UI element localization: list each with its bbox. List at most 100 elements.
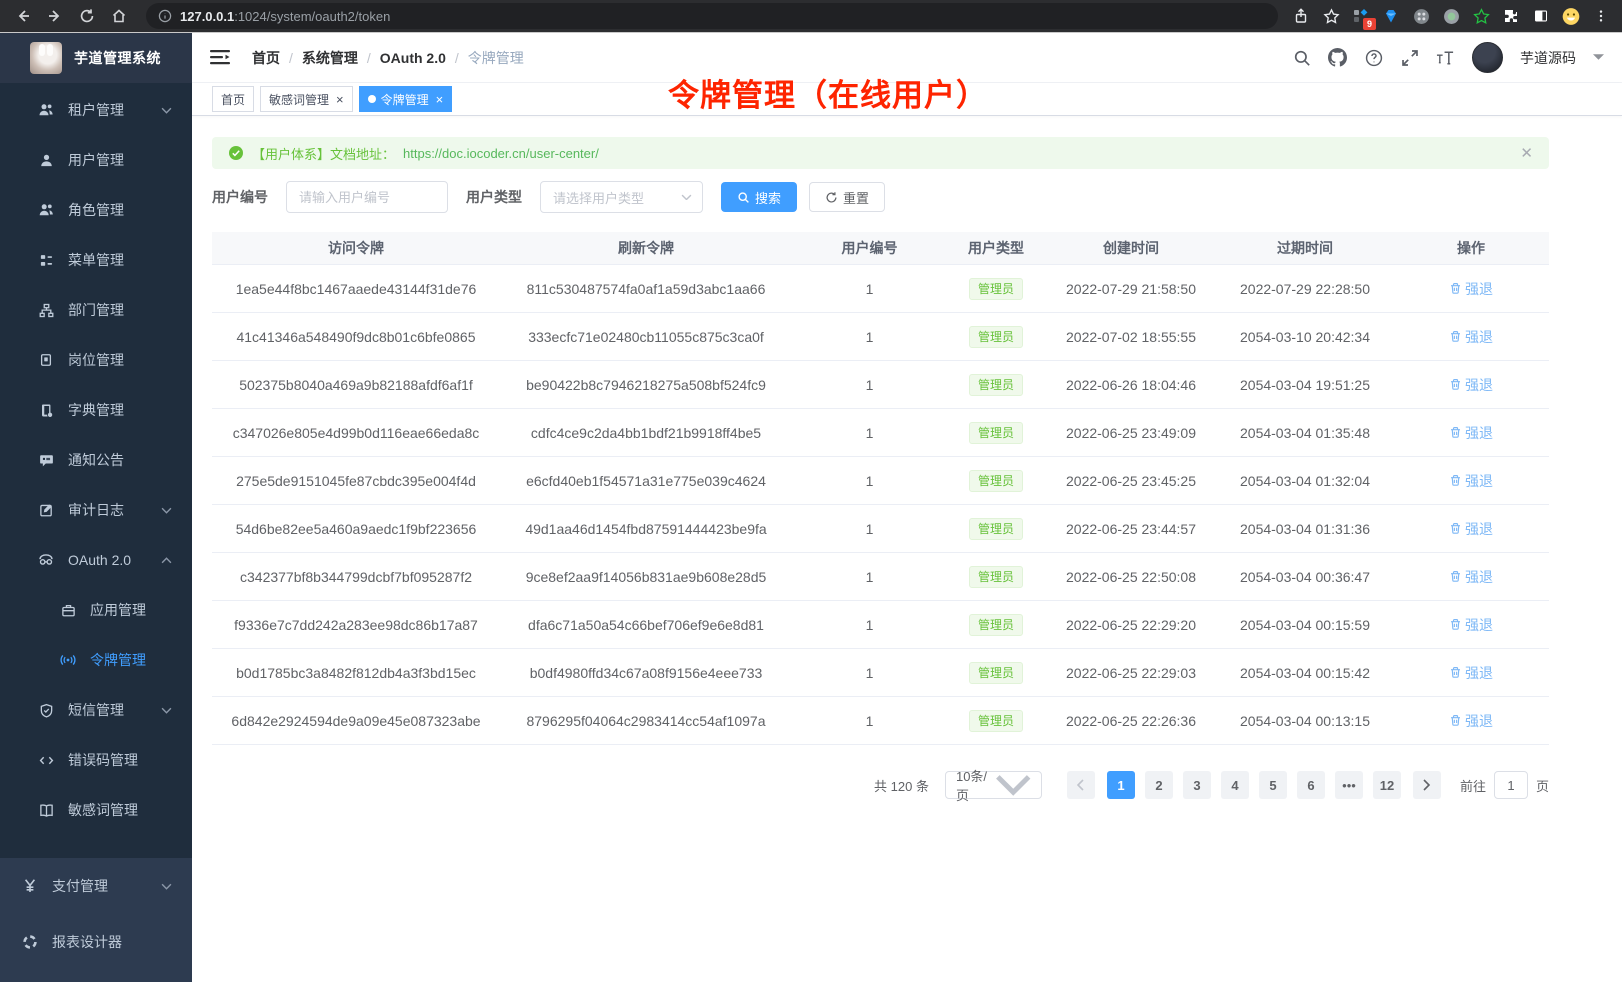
sidebar-item-部门管理[interactable]: 部门管理 <box>0 285 192 335</box>
refresh-token-cell: be90422b8c7946218275a508bf524fc9 <box>500 377 792 393</box>
tab-敏感词管理[interactable]: 敏感词管理× <box>260 86 353 112</box>
sidebar-collapse-icon[interactable] <box>210 48 232 68</box>
sidebar-item-租户管理[interactable]: 租户管理 <box>0 85 192 135</box>
created-time-cell: 2022-06-25 22:29:20 <box>1045 617 1217 633</box>
browser-back-icon[interactable] <box>10 3 36 29</box>
sidebar-item-报表设计器[interactable]: 报表设计器 <box>0 914 192 970</box>
sidebar-item-短信管理[interactable]: 短信管理 <box>0 685 192 735</box>
expire-time-cell: 2054-03-04 01:35:48 <box>1217 425 1393 441</box>
force-logout-button[interactable]: 强退 <box>1449 327 1493 347</box>
share-icon[interactable] <box>1292 7 1310 25</box>
reset-button[interactable]: 重置 <box>809 182 885 212</box>
gem-extension-icon[interactable] <box>1382 7 1400 25</box>
sidebar-item-label: 支付管理 <box>52 876 161 896</box>
sidebar-item-OAuth 2.0[interactable]: OAuth 2.0 <box>0 535 192 585</box>
alert-close-icon[interactable]: ✕ <box>1520 144 1533 162</box>
user-id-input[interactable] <box>286 181 448 213</box>
sidebar-item-敏感词管理[interactable]: 敏感词管理 <box>0 785 192 835</box>
alert-message: 【用户体系】文档地址： <box>252 144 395 163</box>
sidebar-item-应用管理[interactable]: 应用管理 <box>0 585 192 635</box>
font-size-icon[interactable] <box>1436 48 1455 67</box>
extension-grid-icon[interactable]: 9 <box>1352 7 1370 25</box>
tab-label: 首页 <box>221 91 245 108</box>
browser-reload-icon[interactable] <box>74 3 100 29</box>
tenant-users-icon <box>38 102 54 118</box>
refresh-token-cell: 333ecfc71e02480cb11055c875c3ca0f <box>500 329 792 345</box>
tab-令牌管理[interactable]: 令牌管理× <box>359 86 453 112</box>
tab-首页[interactable]: 首页 <box>212 86 254 112</box>
tab-close-icon[interactable]: × <box>436 93 444 106</box>
page-button-3[interactable]: 3 <box>1183 771 1211 799</box>
side-panel-icon[interactable] <box>1532 7 1550 25</box>
profile-avatar-emoji[interactable] <box>1562 7 1580 25</box>
user-avatar[interactable] <box>1472 42 1503 73</box>
sidebar-submenu: 租户管理用户管理角色管理菜单管理部门管理岗位管理字典管理通知公告审计日志OAut… <box>0 83 192 858</box>
chevron-down-icon <box>994 773 1033 796</box>
browser-home-icon[interactable] <box>106 3 132 29</box>
sidebar-item-审计日志[interactable]: 审计日志 <box>0 485 192 535</box>
help-icon[interactable] <box>1364 48 1383 67</box>
goto-page-input[interactable] <box>1494 771 1528 799</box>
page-button-5[interactable]: 5 <box>1259 771 1287 799</box>
breadcrumb-item[interactable]: 首页 <box>252 48 280 68</box>
force-logout-button[interactable]: 强退 <box>1449 279 1493 299</box>
sidebar-item-通知公告[interactable]: 通知公告 <box>0 435 192 485</box>
sidebar-item-支付管理[interactable]: 支付管理 <box>0 858 192 914</box>
github-icon[interactable] <box>1328 48 1347 67</box>
chevron-down-icon[interactable] <box>1593 54 1604 61</box>
sidebar-item-错误码管理[interactable]: 错误码管理 <box>0 735 192 785</box>
record-extension-icon[interactable] <box>1442 7 1460 25</box>
table-row: 54d6be82ee5a460a9aedc1f9bf22365649d1aa46… <box>212 505 1549 553</box>
green-star-extension-icon[interactable] <box>1472 7 1490 25</box>
bookmark-star-icon[interactable] <box>1322 7 1340 25</box>
breadcrumb-item[interactable]: 系统管理 <box>302 48 358 68</box>
force-logout-button[interactable]: 强退 <box>1449 519 1493 539</box>
access-token-cell: f9336e7c7dd242a283ee98dc86b17a87 <box>212 617 500 633</box>
audit-log-icon <box>38 502 54 518</box>
user-type-cell: 管理员 <box>947 422 1045 444</box>
sidebar-item-label: 菜单管理 <box>68 250 178 270</box>
sidebar-item-岗位管理[interactable]: 岗位管理 <box>0 335 192 385</box>
force-logout-button[interactable]: 强退 <box>1449 375 1493 395</box>
puzzle-extensions-icon[interactable] <box>1502 7 1520 25</box>
force-logout-button[interactable]: 强退 <box>1449 471 1493 491</box>
username[interactable]: 芋道源码 <box>1520 48 1576 68</box>
force-logout-button[interactable]: 强退 <box>1449 567 1493 587</box>
search-icon[interactable] <box>1292 48 1311 67</box>
app-logo-strip[interactable]: 芋道管理系统 <box>0 33 192 83</box>
fullscreen-icon[interactable] <box>1400 48 1419 67</box>
sidebar-item-角色管理[interactable]: 角色管理 <box>0 185 192 235</box>
page-button-4[interactable]: 4 <box>1221 771 1249 799</box>
expire-time-cell: 2054-03-04 01:31:36 <box>1217 521 1393 537</box>
sidebar-item-菜单管理[interactable]: 菜单管理 <box>0 235 192 285</box>
tab-close-icon[interactable]: × <box>336 93 344 106</box>
page-button-12[interactable]: 12 <box>1373 771 1401 799</box>
force-logout-button[interactable]: 强退 <box>1449 663 1493 683</box>
page-size-select[interactable]: 10条/页 <box>945 771 1042 799</box>
user-type-cell: 管理员 <box>947 470 1045 492</box>
page-button-6[interactable]: 6 <box>1297 771 1325 799</box>
action-cell: 强退 <box>1393 663 1549 683</box>
annotation-token-management: 令牌管理（在线用户） <box>668 70 988 115</box>
sidebar-item-字典管理[interactable]: 字典管理 <box>0 385 192 435</box>
page-button-2[interactable]: 2 <box>1145 771 1173 799</box>
browser-menu-kebab-icon[interactable] <box>1592 7 1610 25</box>
search-button[interactable]: 搜索 <box>721 182 797 212</box>
address-bar[interactable]: 127.0.0.1:1024/system/oauth2/token <box>146 3 1278 29</box>
force-logout-button[interactable]: 强退 <box>1449 615 1493 635</box>
created-time-cell: 2022-06-25 22:50:08 <box>1045 569 1217 585</box>
prev-page-button[interactable] <box>1067 771 1095 799</box>
command-extension-icon[interactable] <box>1412 7 1430 25</box>
page-button-1[interactable]: 1 <box>1107 771 1135 799</box>
user-type-select[interactable]: 请选择用户类型 <box>540 181 703 213</box>
force-logout-button[interactable]: 强退 <box>1449 423 1493 443</box>
site-info-icon[interactable] <box>158 9 172 23</box>
sidebar-item-用户管理[interactable]: 用户管理 <box>0 135 192 185</box>
doc-link[interactable]: https://doc.iocoder.cn/user-center/ <box>403 146 599 161</box>
sidebar-item-令牌管理[interactable]: 令牌管理 <box>0 635 192 685</box>
next-page-button[interactable] <box>1413 771 1441 799</box>
more-pages-button[interactable]: ••• <box>1335 771 1363 799</box>
browser-forward-icon[interactable] <box>42 3 68 29</box>
force-logout-button[interactable]: 强退 <box>1449 711 1493 731</box>
breadcrumb-item[interactable]: OAuth 2.0 <box>380 50 446 66</box>
